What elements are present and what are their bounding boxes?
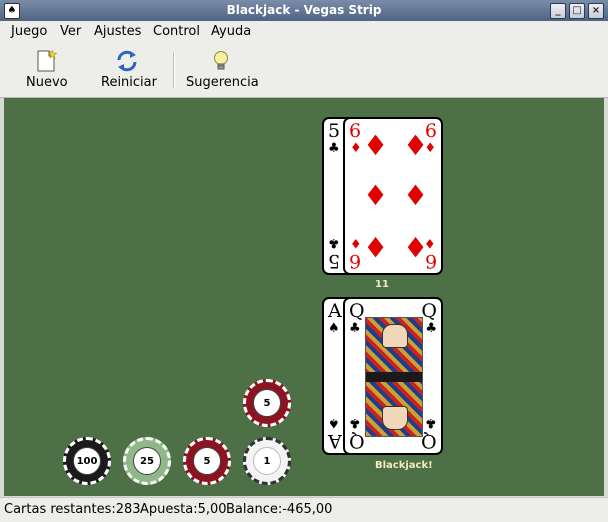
new-document-icon (37, 50, 58, 72)
club-icon: ♣ (425, 415, 437, 430)
toolbar-separator (173, 52, 175, 88)
menu-bar: Juego Ver Ajustes Control Ayuda (0, 21, 608, 43)
bet-chip[interactable]: 5 (243, 379, 291, 427)
club-icon: ♣ (328, 235, 340, 250)
card-rank: A (328, 430, 342, 452)
card-rank: 6 (349, 120, 362, 142)
new-game-button[interactable]: Nuevo (20, 42, 72, 97)
dealer-total-label: 11 (375, 279, 389, 290)
card-rank: Q (421, 300, 437, 322)
card-rank: 6 (349, 250, 362, 272)
card-rank: 6 (424, 250, 437, 272)
diamond-icon: ♦ (350, 141, 362, 156)
card-rank: Q (421, 430, 437, 452)
menu-ayuda[interactable]: Ayuda (211, 24, 251, 39)
club-icon: ♣ (328, 141, 340, 156)
cards-remaining-status: Cartas restantes:283 (4, 502, 141, 517)
queen-head (382, 324, 408, 348)
club-icon: ♣ (349, 321, 361, 336)
restart-button[interactable]: Reiniciar (98, 42, 158, 97)
card-rank: 5 (328, 120, 341, 142)
status-bar: Cartas restantes:283 Apuesta:5,00 Balanc… (0, 497, 608, 522)
bet-chip-value: 5 (253, 389, 281, 417)
club-icon: ♣ (425, 321, 437, 336)
queen-face-image (365, 317, 423, 437)
chip-1[interactable]: 1 (243, 437, 291, 485)
new-game-label: Nuevo (26, 75, 68, 90)
hint-button[interactable]: Sugerencia (184, 42, 259, 97)
hint-label: Sugerencia (186, 75, 259, 90)
chip-25[interactable]: 25 (123, 437, 171, 485)
diamond-icon: ♦ (403, 129, 429, 162)
game-table[interactable]: 5 ♣ 5 ♣ 6 ♦ 6 ♦ ♦ ♦ ♦ ♦ ♦ ♦ ♦ 6 ♦ 6 11 A… (4, 98, 604, 496)
diamond-icon: ♦ (363, 230, 389, 263)
lightbulb-icon (214, 51, 228, 70)
chip-100[interactable]: 100 (63, 437, 111, 485)
card-rank: A (328, 300, 342, 322)
toolbar: Nuevo Reiniciar Sugerencia (0, 42, 608, 98)
diamond-icon: ♦ (424, 235, 436, 250)
restart-label: Reiniciar (101, 75, 157, 90)
close-button[interactable]: × (588, 3, 604, 19)
diamond-icon: ♦ (350, 235, 362, 250)
queen-head (382, 406, 408, 430)
spade-icon: ♠ (328, 321, 340, 336)
title-bar[interactable]: ♠ Blackjack - Vegas Strip _ □ × (0, 0, 608, 21)
blackjack-window: ♠ Blackjack - Vegas Strip _ □ × Juego Ve… (0, 0, 608, 522)
chip-25-value: 25 (133, 447, 161, 475)
diamond-icon: ♦ (363, 179, 389, 212)
menu-ajustes[interactable]: Ajustes (94, 24, 141, 39)
card-rank: 5 (328, 250, 341, 272)
chip-1-value: 1 (253, 447, 281, 475)
chip-5[interactable]: 5 (183, 437, 231, 485)
spade-icon: ♠ (328, 415, 340, 430)
balance-status: Balance:-465,00 (226, 502, 333, 517)
window-title: Blackjack - Vegas Strip (226, 3, 382, 17)
diamond-icon: ♦ (363, 129, 389, 162)
card-rank: Q (349, 430, 365, 452)
queen-band (366, 372, 422, 382)
menu-ver[interactable]: Ver (60, 24, 81, 39)
bet-status: Apuesta:5,00 (140, 502, 227, 517)
player-result-label: Blackjack! (375, 460, 433, 471)
maximize-button[interactable]: □ (569, 3, 585, 19)
player-card-2: Q ♣ Q ♣ ♣ Q ♣ Q (343, 297, 443, 455)
minimize-button[interactable]: _ (550, 3, 566, 19)
refresh-icon (117, 50, 137, 72)
diamond-icon: ♦ (403, 179, 429, 212)
dealer-card-2: 6 ♦ 6 ♦ ♦ ♦ ♦ ♦ ♦ ♦ ♦ 6 ♦ 6 (343, 117, 443, 275)
chip-5-value: 5 (193, 447, 221, 475)
menu-juego[interactable]: Juego (11, 24, 47, 39)
menu-control[interactable]: Control (153, 24, 200, 39)
card-rank: Q (349, 300, 365, 322)
club-icon: ♣ (349, 415, 361, 430)
chip-100-value: 100 (73, 447, 101, 475)
